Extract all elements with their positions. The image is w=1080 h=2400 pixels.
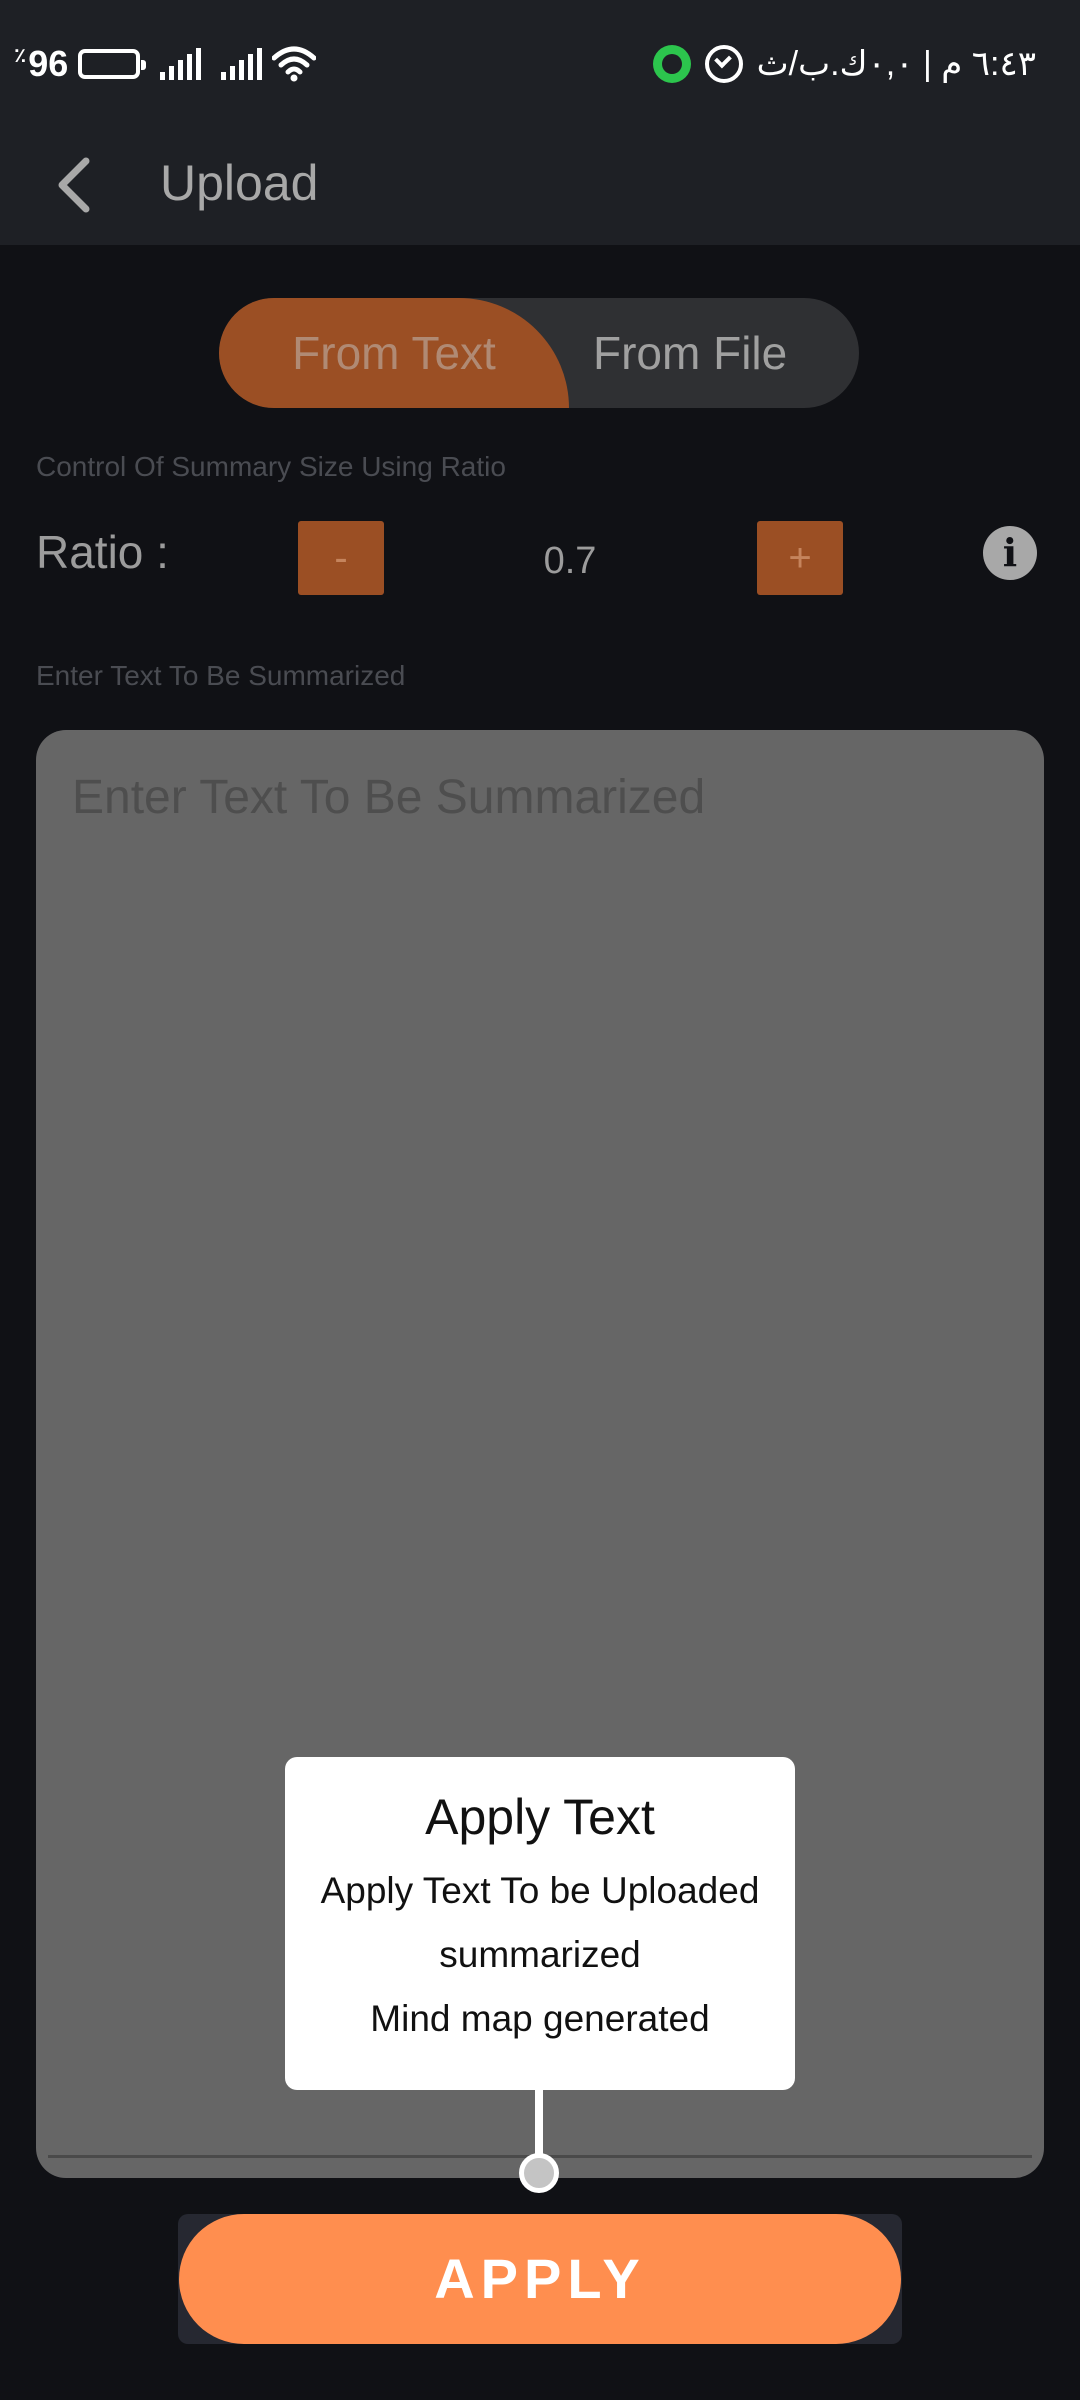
- tooltip-anchor-dot: [519, 2153, 559, 2193]
- text-section-label: Enter Text To Be Summarized: [36, 660, 406, 691]
- ratio-section-label: Control Of Summary Size Using Ratio: [36, 451, 506, 482]
- tooltip-line-2: summarized: [439, 1934, 641, 1975]
- battery-icon: [78, 49, 147, 79]
- ratio-value: 0.7: [543, 540, 597, 582]
- battery-percent: ٪96: [14, 43, 69, 84]
- tooltip-line-3: Mind map generated: [370, 1998, 710, 2039]
- tooltip-line-1: Apply Text To be Uploaded: [320, 1870, 760, 1911]
- status-left: ٪96: [14, 38, 317, 90]
- ratio-increase-button[interactable]: +: [757, 521, 843, 595]
- tab-from-text[interactable]: From Text: [219, 298, 569, 408]
- apply-button[interactable]: APPLY: [179, 2214, 901, 2344]
- summary-text-placeholder: Enter Text To Be Summarized: [72, 771, 706, 824]
- source-toggle: From Text From File: [219, 298, 859, 408]
- status-right: ٦:٤٣ م | ٠,٠ك.ب/ث: [652, 38, 1036, 90]
- tab-from-file[interactable]: From File: [569, 298, 859, 408]
- signal-icon-2: [221, 48, 263, 80]
- info-icon[interactable]: i: [983, 526, 1037, 580]
- alarm-icon: [704, 45, 743, 83]
- signal-icon: [160, 48, 202, 80]
- ratio-label: Ratio :: [36, 526, 169, 578]
- whatsapp-icon: [652, 45, 691, 83]
- tooltip-title: Apply Text: [425, 1789, 655, 1845]
- status-bar: ٪96 ٦:٤٣ م | ٠,٠ك.ب/ث: [0, 0, 1080, 125]
- apply-tooltip: Apply Text Apply Text To be Uploaded sum…: [285, 1757, 795, 2090]
- wifi-icon: [272, 46, 317, 82]
- ratio-decrease-button[interactable]: -: [298, 521, 384, 595]
- tooltip-stem: [535, 2090, 543, 2160]
- app-bar: Upload: [0, 125, 1080, 245]
- page-title: Upload: [160, 155, 319, 211]
- back-arrow-icon[interactable]: [48, 145, 108, 225]
- status-time: ٦:٤٣ م | ٠,٠ك.ب/ث: [756, 45, 1036, 83]
